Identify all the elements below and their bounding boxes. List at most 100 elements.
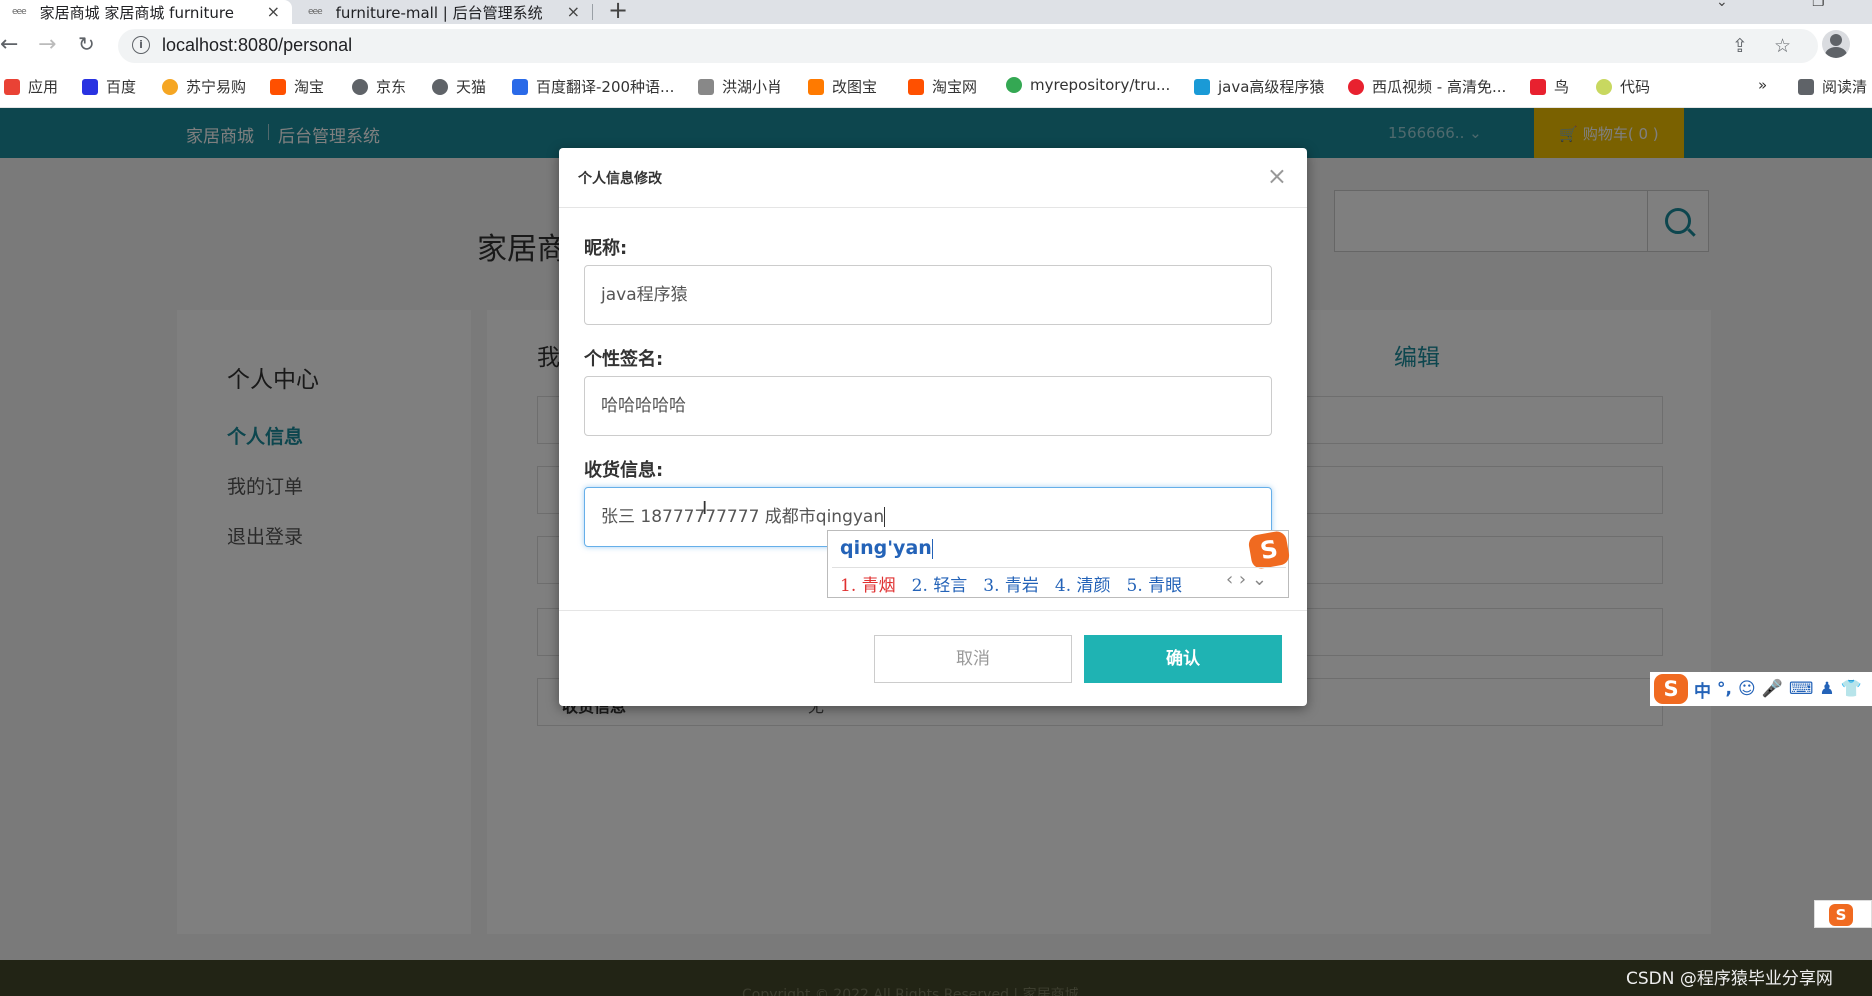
bookmark-myrepository[interactable]: myrepository/tru... <box>1006 76 1170 94</box>
ime-caret <box>931 538 933 559</box>
bookmark-label: 百度 <box>106 78 137 96</box>
csdn-watermark: CSDN @程序猿毕业分享网 <box>1626 969 1833 989</box>
ime-composition-text: qing'yan <box>840 537 932 559</box>
url-text[interactable]: localhost:8080/personal <box>162 35 352 56</box>
sogou-logo-icon: S <box>1829 904 1853 926</box>
toolbox-icon[interactable]: ♟ <box>1819 679 1834 699</box>
reload-icon[interactable]: ↻ <box>78 32 95 56</box>
ime-candidate[interactable]: 4. 清颜 <box>1055 571 1111 596</box>
ime-candidate[interactable]: 2. 轻言 <box>912 571 968 596</box>
globe-icon <box>352 78 368 95</box>
new-tab-button[interactable]: + <box>608 0 628 24</box>
address-field-text: 张三 18777777777 成都市qingyan <box>601 507 885 527</box>
baidu-icon <box>82 78 98 95</box>
bookmark-bird[interactable]: 鸟 <box>1530 76 1569 97</box>
modal-header: 个人信息修改 × <box>559 148 1307 208</box>
cancel-button[interactable]: 取消 <box>874 635 1072 683</box>
close-icon[interactable]: × <box>1267 162 1287 190</box>
bookmarks-overflow-button[interactable]: » <box>1758 76 1767 94</box>
confirm-button[interactable]: 确认 <box>1084 635 1282 683</box>
site-info-icon[interactable]: i <box>132 36 150 54</box>
bookmark-label: 百度翻译-200种语... <box>536 78 675 96</box>
keyboard-icon[interactable]: ⌨ <box>1789 679 1814 699</box>
edit-profile-modal: 个人信息修改 × 昵称: java程序猿 个性签名: 哈哈哈哈哈 收货信息: 张… <box>559 148 1307 706</box>
bookmark-label: 京东 <box>376 78 407 96</box>
ime-mini-bar[interactable]: S <box>1814 900 1872 928</box>
bookmark-taobao[interactable]: 淘宝 <box>270 76 324 97</box>
tab-admin[interactable]: eee furniture-mall | 后台管理系统 × <box>296 0 592 24</box>
back-arrow-icon[interactable]: ← <box>0 32 18 57</box>
bookmark-baidu-translate[interactable]: 百度翻译-200种语... <box>512 76 674 97</box>
bookmark-xigua[interactable]: 西瓜视频 - 高清免... <box>1348 76 1506 97</box>
bookmark-code[interactable]: 代码 <box>1596 76 1650 97</box>
sogou-logo-icon: S <box>1247 529 1291 571</box>
tab-close-icon[interactable]: × <box>267 2 280 21</box>
address-label: 收货信息: <box>584 460 664 481</box>
nickname-label: 昵称: <box>584 238 628 259</box>
bookmarks-bar: 应用 百度 苏宁易购 淘宝 京东 天猫 百度翻译-200种语... 洪湖小肖 改… <box>0 68 1872 108</box>
signature-field[interactable]: 哈哈哈哈哈 <box>584 376 1272 436</box>
bookmark-baidu[interactable]: 百度 <box>82 76 136 97</box>
ime-candidate[interactable]: 1. 青烟 <box>840 571 896 596</box>
apps-grid-icon <box>4 78 20 95</box>
punctuation-icon[interactable]: °, <box>1717 679 1732 699</box>
emoji-icon[interactable]: ☺ <box>1738 679 1756 699</box>
tab-separator <box>592 4 593 20</box>
reading-list[interactable]: 阅读清 <box>1798 76 1867 97</box>
bookmark-honghu[interactable]: 洪湖小肖 <box>698 76 782 97</box>
gaitubao-icon <box>808 78 824 95</box>
bookmark-gaitubao[interactable]: 改图宝 <box>808 76 877 97</box>
ime-status-bar: S 中 °, ☺ 🎤 ⌨ ♟ 👕 <box>1650 672 1872 706</box>
bookmark-tmall[interactable]: 天猫 <box>432 76 486 97</box>
bookmark-java[interactable]: java高级程序猿 <box>1194 76 1324 97</box>
bookmark-label: 应用 <box>28 78 59 96</box>
bookmark-apps[interactable]: 应用 <box>4 76 58 97</box>
code-icon <box>1596 78 1612 95</box>
browser-tab-strip: eee 家居商城 家居商城 furniture × eee furniture-… <box>0 0 1872 24</box>
skin-icon[interactable]: 👕 <box>1841 679 1862 699</box>
ime-candidate[interactable]: 5. 青眼 <box>1127 571 1183 596</box>
bookmark-label: java高级程序猿 <box>1218 78 1325 96</box>
ime-divider <box>832 567 1286 568</box>
share-icon[interactable]: ⇪ <box>1732 35 1748 57</box>
bookmark-taobaowang[interactable]: 淘宝网 <box>908 76 977 97</box>
profile-avatar[interactable] <box>1822 30 1850 58</box>
bookmark-label: myrepository/tru... <box>1030 76 1171 94</box>
bookmark-label: 鸟 <box>1554 78 1570 96</box>
address-bar[interactable]: i localhost:8080/personal ⇪ ☆ <box>118 29 1818 63</box>
tab-favicon: eee <box>308 7 323 17</box>
bookmark-label: 苏宁易购 <box>186 78 247 96</box>
microphone-icon[interactable]: 🎤 <box>1762 679 1783 699</box>
sogou-logo-icon[interactable]: S <box>1654 674 1688 704</box>
forward-arrow-icon[interactable]: → <box>38 32 56 57</box>
text-caret <box>884 507 886 527</box>
bookmark-label: 代码 <box>1620 78 1651 96</box>
chinese-mode-icon[interactable]: 中 <box>1694 677 1711 702</box>
bookmark-star-icon[interactable]: ☆ <box>1774 35 1791 57</box>
reading-list-icon <box>1798 78 1814 95</box>
translate-icon <box>512 78 528 95</box>
ime-candidate[interactable]: 3. 青岩 <box>983 571 1039 596</box>
suning-icon <box>162 78 178 95</box>
ime-candidate-window: qing'yan S 1. 青烟 2. 轻言 3. 青岩 4. 清颜 5. 青眼… <box>827 529 1291 598</box>
bookmark-label: 淘宝网 <box>932 78 978 96</box>
bird-icon <box>1530 78 1546 95</box>
tab-search-icon[interactable]: ⌄ <box>1716 0 1728 10</box>
chrome-icon <box>1006 77 1022 93</box>
feather-icon <box>698 78 714 95</box>
tab-favicon: eee <box>12 7 27 17</box>
modal-title: 个人信息修改 <box>578 171 662 187</box>
tab-title: 家居商城 家居商城 furniture <box>39 3 234 22</box>
bookmark-label: 淘宝 <box>294 78 325 96</box>
restore-window-icon[interactable]: ❐ <box>1812 0 1825 10</box>
signature-label: 个性签名: <box>584 349 664 370</box>
nickname-field[interactable]: java程序猿 <box>584 265 1272 325</box>
tab-close-icon[interactable]: × <box>567 2 580 21</box>
bookmark-suning[interactable]: 苏宁易购 <box>162 76 246 97</box>
tab-furniture[interactable]: eee 家居商城 家居商城 furniture × <box>0 0 292 24</box>
ime-pager[interactable]: ‹ › ⌄ <box>1226 569 1267 590</box>
bookmark-jd[interactable]: 京东 <box>352 76 406 97</box>
taobao-icon <box>270 78 286 95</box>
bookmark-label: 改图宝 <box>832 78 878 96</box>
bookmark-label: 西瓜视频 - 高清免... <box>1372 78 1507 96</box>
